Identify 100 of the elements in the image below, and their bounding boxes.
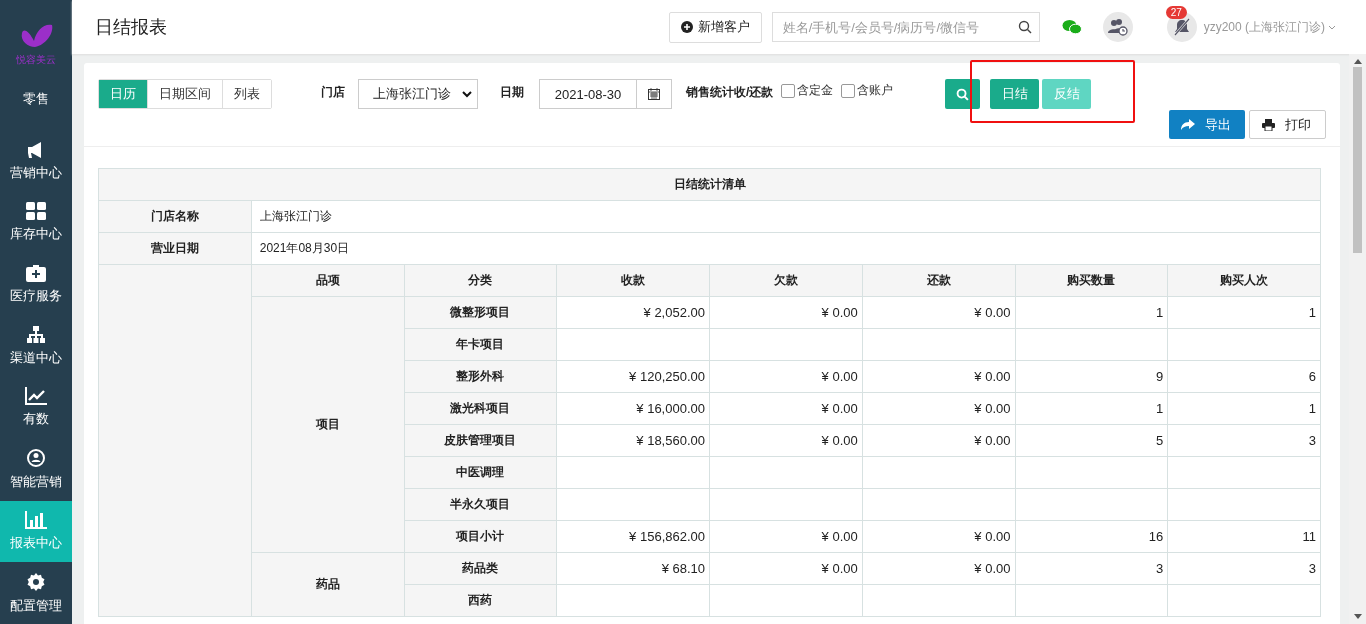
row-header: 门店名称: [98, 200, 252, 233]
column-header: 欠款: [709, 264, 863, 297]
table-cell: ¥ 16,000.00: [556, 392, 710, 425]
checkbox-box[interactable]: [781, 83, 796, 98]
scrollbar-thumb[interactable]: [1353, 67, 1362, 253]
table-title: 日结统计清单: [98, 168, 1321, 201]
table-cell: ¥ 0.00: [709, 296, 863, 329]
scroll-down-icon[interactable]: [1353, 614, 1362, 619]
checkbox[interactable]: 含账户: [841, 79, 894, 99]
table-cell: 16: [1015, 520, 1168, 553]
table-cell: 9: [1015, 360, 1168, 393]
table-cell: ¥ 0.00: [862, 552, 1015, 585]
share-arrow-icon: [1181, 118, 1195, 131]
category-cell: 半永久项目: [404, 488, 557, 521]
plus-circle-icon: [680, 21, 693, 33]
table-cell: 2021年08月30日: [251, 232, 1321, 265]
sidebar-item[interactable]: 有数: [0, 377, 72, 439]
view-tab[interactable]: 列表: [222, 80, 271, 108]
column-header: 分类: [404, 264, 557, 297]
table-cell: ¥ 0.00: [709, 424, 863, 457]
date-field[interactable]: 2021-08-30: [539, 79, 672, 109]
table-cell: 5: [1015, 424, 1168, 457]
sidebar-item[interactable]: 智能营销: [0, 438, 72, 501]
caret-icon: [1328, 24, 1336, 30]
checkbox[interactable]: 含定金: [781, 79, 834, 99]
table-cell: ¥ 0.00: [709, 552, 863, 585]
group-header: 药品: [251, 552, 404, 617]
logo-text: 悦容美云: [16, 52, 56, 67]
category-cell: 年卡项目: [404, 328, 557, 361]
people-circle-icon: [26, 448, 46, 469]
medical-kit-icon: [26, 264, 46, 283]
chat-bubbles-icon[interactable]: [1061, 19, 1082, 35]
export-button[interactable]: 导出: [1169, 110, 1245, 139]
table-cell: 1: [1015, 296, 1168, 329]
category-cell: 西药: [404, 584, 557, 617]
group-header: 项目: [251, 296, 404, 553]
calendar-icon: [648, 88, 660, 100]
category-cell: 激光科项目: [404, 392, 557, 425]
table-cell: 1: [1167, 296, 1321, 329]
chevron-down-icon: [462, 90, 472, 98]
store-label: 门店: [321, 84, 345, 101]
store-select[interactable]: 上海张江门诊: [358, 79, 478, 109]
table-cell: 1: [1015, 392, 1168, 425]
search-field[interactable]: 姓名/手机号/会员号/病历号/微信号: [771, 12, 1040, 42]
settings-icon: [26, 571, 46, 592]
search-button[interactable]: [945, 79, 981, 109]
notification-badge: 27: [1165, 6, 1187, 19]
column-header: 品项: [251, 264, 404, 297]
bar-chart-icon: [25, 510, 47, 529]
sidebar-item[interactable]: 零售: [0, 68, 72, 131]
hierarchy-icon: [26, 325, 46, 344]
table-cell: 1: [1167, 392, 1321, 425]
table-cell: ¥ 156,862.00: [556, 520, 710, 553]
new-customer-button[interactable]: 新增客户: [668, 11, 762, 43]
category-cell: 药品类: [404, 552, 557, 585]
table-cell: ¥ 0.00: [862, 392, 1015, 425]
table-cell: ¥ 0.00: [709, 392, 863, 425]
sales-label: 销售统计收/还款: [686, 84, 774, 101]
user-group-clock-icon[interactable]: [1102, 12, 1133, 42]
row-header: 营业日期: [98, 232, 252, 265]
search-icon: [1017, 20, 1032, 34]
table-cell: 6: [1167, 360, 1321, 393]
column-header: 还款: [862, 264, 1015, 297]
checkbox-box[interactable]: [841, 83, 856, 98]
page-title: 日结报表: [95, 16, 167, 39]
table-cell: ¥ 0.00: [709, 360, 863, 393]
table-cell: ¥ 68.10: [556, 552, 710, 585]
sidebar-item[interactable]: 配置管理: [0, 562, 72, 624]
category-cell: 中医调理: [404, 456, 557, 489]
table-cell: 上海张江门诊: [251, 200, 1321, 233]
category-cell: 整形外科: [404, 360, 557, 393]
column-header: 收款: [556, 264, 710, 297]
column-header: 购买数量: [1015, 264, 1168, 297]
scroll-up-icon[interactable]: [1353, 59, 1362, 64]
table-cell: ¥ 0.00: [862, 360, 1015, 393]
printer-icon: [1262, 118, 1275, 131]
sidebar-item[interactable]: 营销中心: [0, 130, 72, 192]
sidebar-item[interactable]: 医疗服务: [0, 253, 72, 316]
date-label: 日期: [500, 84, 524, 101]
table-cell: ¥ 0.00: [862, 296, 1015, 329]
column-header: 购买人次: [1167, 264, 1321, 297]
table-cell: 3: [1167, 424, 1321, 457]
line-chart-icon: [25, 387, 47, 406]
table-cell: 3: [1015, 552, 1168, 585]
table-cell: ¥ 0.00: [709, 520, 863, 553]
sidebar-item[interactable]: 库存中心: [0, 192, 72, 254]
table-cell: ¥ 18,560.00: [556, 424, 710, 457]
search-icon: [956, 87, 970, 101]
table-cell: ¥ 0.00: [862, 424, 1015, 457]
table-cell: 3: [1167, 552, 1321, 585]
table-cell: ¥ 0.00: [862, 520, 1015, 553]
table-cell: ¥ 120,250.00: [556, 360, 710, 393]
print-button[interactable]: 打印: [1249, 110, 1326, 139]
table-cell: ¥ 2,052.00: [556, 296, 710, 329]
category-cell: 微整形项目: [404, 296, 557, 329]
category-cell: 皮肤管理项目: [404, 424, 557, 457]
sidebar-item[interactable]: 渠道中心: [0, 315, 72, 378]
category-cell: 项目小计: [404, 520, 557, 553]
table-cell: 11: [1167, 520, 1321, 553]
grid-icon: [26, 202, 46, 221]
